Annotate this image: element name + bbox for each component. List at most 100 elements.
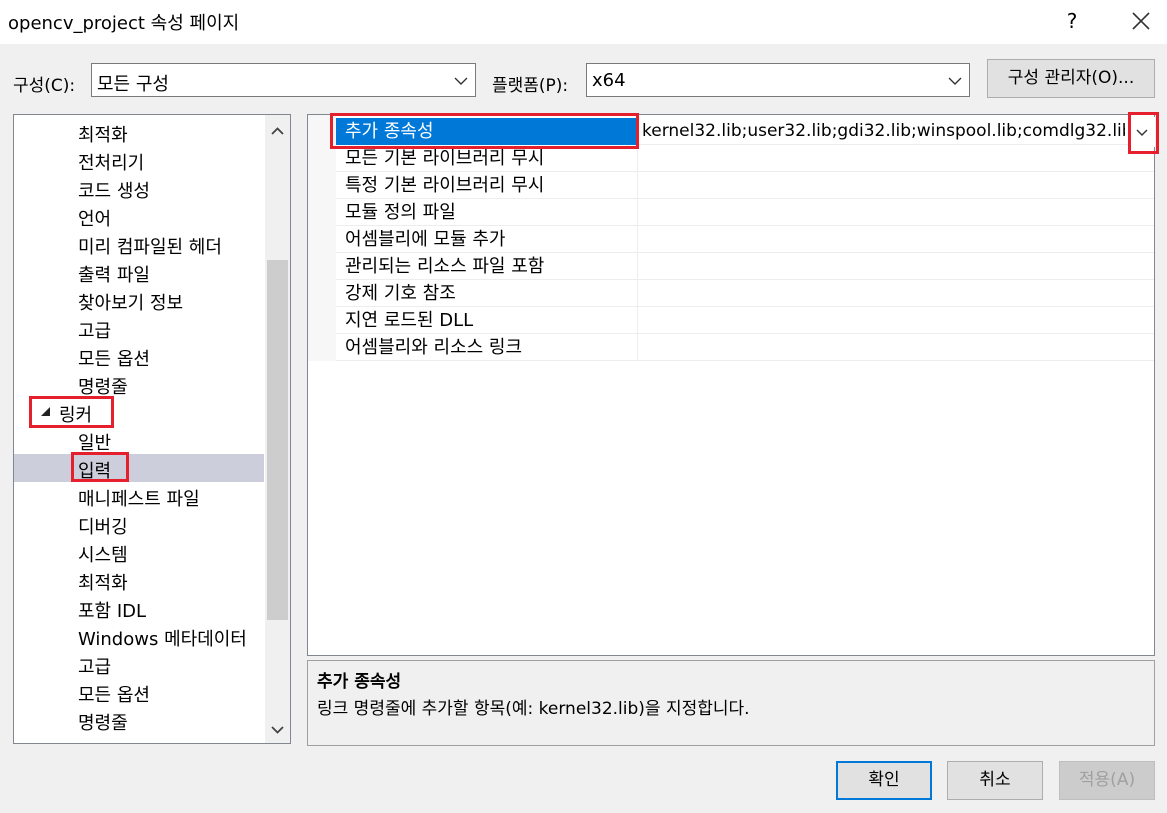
tree-item-label: 모든 옵션	[78, 349, 150, 370]
close-icon	[1132, 12, 1150, 30]
tree-item[interactable]: 언어	[14, 202, 264, 230]
property-name: 지연 로드된 DLL	[345, 310, 474, 331]
cancel-button[interactable]: 취소	[947, 761, 1043, 800]
property-name: 강제 기호 참조	[345, 283, 456, 304]
property-value[interactable]	[637, 253, 1125, 280]
tree-item[interactable]: 최적화	[14, 118, 264, 146]
tree-scrollbar[interactable]	[265, 115, 290, 743]
tree-item-label: 명령줄	[78, 377, 128, 398]
property-row[interactable]: 어셈블리에 모듈 추가	[336, 226, 1154, 253]
platform-value: x64	[592, 70, 626, 91]
property-name: 관리되는 리소스 파일 포함	[345, 256, 545, 277]
config-manager-button[interactable]: 구성 관리자(O)...	[987, 59, 1155, 98]
tree-item-label: 고급	[78, 321, 112, 342]
property-value[interactable]	[637, 199, 1125, 226]
tree-item-label: 미리 컴파일된 헤더	[78, 237, 222, 258]
property-row[interactable]: 모듈 정의 파일	[336, 199, 1154, 226]
tree-item-label: Windows 메타데이터	[78, 629, 247, 650]
property-name: 모듈 정의 파일	[345, 202, 456, 223]
tree-item-label: 언어	[78, 209, 112, 230]
tree-item[interactable]: 디버깅	[14, 510, 264, 538]
tree-item-label: 출력 파일	[78, 265, 150, 286]
description-title: 추가 종속성	[317, 672, 402, 692]
tree-item-label: 포함 IDL	[78, 601, 147, 622]
tree-item-label: 일반	[78, 433, 112, 454]
grid-gutter	[308, 115, 336, 361]
tree-item[interactable]: 명령줄	[14, 370, 264, 398]
tree-item-label: 찾아보기 정보	[78, 293, 184, 314]
tree-item[interactable]: 모든 옵션	[14, 342, 264, 370]
property-name: 어셈블리와 리소스 링크	[345, 337, 523, 358]
apply-button[interactable]: 적용(A)	[1059, 761, 1155, 800]
help-button[interactable]: ?	[1057, 4, 1087, 38]
value-dropdown-button[interactable]	[1129, 117, 1155, 147]
tree-item[interactable]: Windows 메타데이터	[14, 622, 264, 650]
scroll-down-icon	[271, 726, 284, 734]
tree-item-label: 최적화	[78, 125, 128, 146]
property-name: 추가 종속성	[336, 118, 636, 145]
ok-button[interactable]: 확인	[836, 761, 932, 800]
tree-item[interactable]: 모든 옵션	[14, 678, 264, 706]
property-grid[interactable]: 추가 종속성 kernel32.lib;user32.lib;gdi32.lib;…	[307, 114, 1155, 656]
tree-item[interactable]: 링커	[14, 398, 264, 426]
tree-item-label: 전처리기	[78, 153, 145, 174]
close-button[interactable]	[1124, 4, 1158, 38]
tree-item[interactable]: 매니페스트 파일	[14, 482, 264, 510]
tree-item[interactable]: 전처리기	[14, 146, 264, 174]
property-row[interactable]: 모든 기본 라이브러리 무시	[336, 145, 1154, 172]
tree-item[interactable]: 명령줄	[14, 706, 264, 734]
tree-item-label: 시스템	[78, 545, 128, 566]
tree-item-label: 매니페스트 파일	[78, 489, 200, 510]
tree-item[interactable]: 고급	[14, 314, 264, 342]
tree-item[interactable]: 포함 IDL	[14, 594, 264, 622]
property-value[interactable]	[637, 307, 1125, 334]
chevron-down-icon	[1136, 129, 1148, 136]
tree-item-label: 모든 옵션	[78, 685, 150, 706]
property-name: 어셈블리에 모듈 추가	[345, 229, 506, 250]
description-text: 링크 명령줄에 추가할 항목(예: kernel32.lib)을 지정합니다.	[317, 699, 750, 719]
property-value[interactable]	[637, 226, 1125, 253]
title-bar: opencv_project 속성 페이지 ?	[0, 0, 1167, 44]
chevron-down-icon	[454, 77, 468, 85]
tree-item[interactable]: 입력	[14, 454, 264, 482]
tree-item[interactable]: 미리 컴파일된 헤더	[14, 230, 264, 258]
property-row[interactable]: 추가 종속성 kernel32.lib;user32.lib;gdi32.lib;…	[336, 118, 1154, 145]
scroll-thumb[interactable]	[267, 260, 288, 620]
tree-item[interactable]: 고급	[14, 650, 264, 678]
expanded-triangle-icon[interactable]	[40, 406, 52, 418]
property-row[interactable]: 어셈블리와 리소스 링크	[336, 334, 1154, 361]
property-name: 모든 기본 라이브러리 무시	[345, 148, 545, 169]
config-value: 모든 구성	[97, 74, 169, 95]
property-value[interactable]: kernel32.lib;user32.lib;gdi32.lib;winspo…	[637, 118, 1125, 145]
tree-item-label: 고급	[78, 657, 112, 678]
config-combobox[interactable]: 모든 구성	[91, 63, 476, 97]
tree-item[interactable]: 일반	[14, 426, 264, 454]
property-name: 특정 기본 라이브러리 무시	[345, 175, 545, 196]
scroll-up-icon	[271, 127, 284, 135]
platform-label: 플랫폼(P):	[492, 76, 569, 96]
tree-item[interactable]: 시스템	[14, 538, 264, 566]
config-label: 구성(C):	[13, 76, 76, 96]
description-panel: 추가 종속성 링크 명령줄에 추가할 항목(예: kernel32.lib)을 …	[307, 660, 1155, 746]
property-row[interactable]: 특정 기본 라이브러리 무시	[336, 172, 1154, 199]
property-row[interactable]: 지연 로드된 DLL	[336, 307, 1154, 334]
tree-item-label: 명령줄	[78, 713, 128, 734]
window-title: opencv_project 속성 페이지	[8, 13, 240, 34]
tree-item-label: 코드 생성	[78, 181, 150, 202]
tree-item[interactable]: 찾아보기 정보	[14, 286, 264, 314]
tree-item-label: 링커	[59, 405, 93, 426]
category-tree[interactable]: 최적화 전처리기 코드 생성 언어 미리 컴파일된 헤더 출력 파일 찾아보기 정보 고급 모든…	[13, 114, 291, 744]
property-row[interactable]: 강제 기호 참조	[336, 280, 1154, 307]
property-value[interactable]	[637, 145, 1125, 172]
property-row[interactable]: 관리되는 리소스 파일 포함	[336, 253, 1154, 280]
property-value[interactable]	[637, 334, 1125, 361]
tree-item[interactable]: 출력 파일	[14, 258, 264, 286]
tree-item[interactable]: 코드 생성	[14, 174, 264, 202]
property-value[interactable]	[637, 280, 1125, 307]
property-value[interactable]	[637, 172, 1125, 199]
platform-combobox[interactable]: x64	[586, 63, 970, 97]
tree-item-label: 디버깅	[78, 517, 128, 538]
tree-item[interactable]: 최적화	[14, 566, 264, 594]
chevron-down-icon	[948, 77, 962, 85]
tree-item-label: 최적화	[78, 573, 128, 594]
